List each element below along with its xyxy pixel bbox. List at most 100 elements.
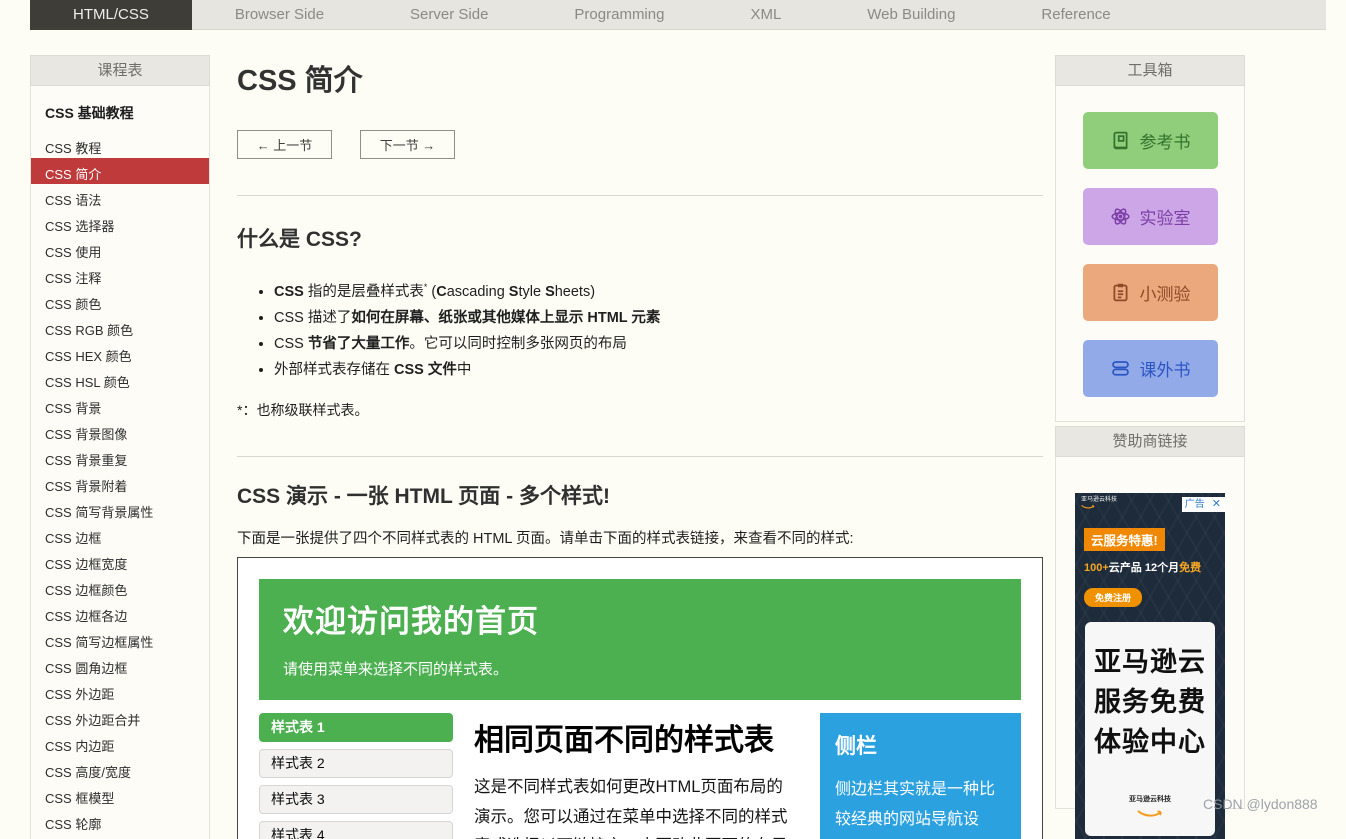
ad-card-brand: 亚马逊云科技 [1087,794,1213,804]
books-icon [1110,358,1131,379]
ad-choices-label[interactable]: 广告 [1182,497,1208,512]
sidebar-item[interactable]: CSS 背景图像 [31,418,209,444]
sidebar-item[interactable]: CSS 外边距合并 [31,704,209,730]
ad-offer-segment: 100+ [1084,562,1109,574]
sidebar-item[interactable]: CSS 内边距 [31,730,209,756]
demo-banner: 欢迎访问我的首页 请使用菜单来选择不同的样式表。 [259,579,1021,700]
sidebar-item[interactable]: CSS 选择器 [31,210,209,236]
bullet-item: CSS 指的是层叠样式表* (Cascading Style Sheets) [274,274,1043,305]
小测验-button[interactable]: 小测验 [1083,264,1218,321]
demo-side-text: 侧边栏其实就是一种比较经典的网站导航设计，它的形式通常为竖向的一列，展示在网站的… [835,775,1006,839]
demo-menu-button[interactable]: 样式表 4 [259,821,453,839]
course-sidebar-header: 课程表 [30,55,210,86]
tool-button-label: 小测验 [1140,280,1191,305]
demo-banner-title: 欢迎访问我的首页 [283,596,997,641]
sidebar-item[interactable]: CSS 简介 [31,158,209,184]
what-is-css-bullets: CSS 指的是层叠样式表* (Cascading Style Sheets)CS… [274,274,1043,383]
bullet-item: CSS 节省了大量工作。它可以同时控制多张网页的布局 [274,331,1043,357]
sidebar-item[interactable]: CSS 框模型 [31,782,209,808]
sponsor-ad-box: 亚马逊云科技 广告 ✕ 云服务特惠! 100+云产品 12个月免费 免费注册 亚… [1055,457,1245,809]
nav-tab[interactable]: XML [707,0,824,30]
css-demo-frame: 欢迎访问我的首页 请使用菜单来选择不同的样式表。 样式表 1 样式表 2 样式表 3… [237,557,1043,839]
sidebar-item[interactable]: CSS 边框 [31,522,209,548]
ad-badge: 云服务特惠! [1084,528,1165,551]
sidebar-item[interactable]: CSS 语法 [31,184,209,210]
nav-tab[interactable]: Programming [531,0,707,30]
ad-banner[interactable]: 亚马逊云科技 广告 ✕ 云服务特惠! 100+云产品 12个月免费 免费注册 亚… [1075,493,1225,839]
watermark: CSDN @lydon888 [1203,796,1318,812]
demo-menu-button[interactable]: 样式表 3 [259,785,453,814]
sidebar-item[interactable]: CSS 圆角边框 [31,652,209,678]
demo-stylesheet-menu: 样式表 1样式表 2样式表 3样式表 4无样式表 [259,713,453,839]
close-icon[interactable]: ✕ [1208,497,1225,512]
demo-columns: 样式表 1样式表 2样式表 3样式表 4无样式表 相同页面不同的样式表 这是不同… [259,713,1021,839]
参考书-button[interactable]: 参考书 [1083,112,1218,169]
sidebar-item[interactable]: CSS 简写边框属性 [31,626,209,652]
sidebar-item[interactable]: CSS 轮廓 [31,808,209,834]
sponsor-header: 赞助商链接 [1055,426,1245,457]
main-content: CSS 简介 ← 上一节 下一节 → 什么是 CSS? CSS 指的是层叠样式表… [237,55,1043,839]
course-list: CSS 基础教程 CSS 教程CSS 简介CSS 语法CSS 选择器CSS 使用… [30,86,210,839]
ad-flags: 广告 ✕ [1182,497,1225,512]
ad-card-line: 亚马逊云 [1087,642,1213,682]
sidebar-item[interactable]: CSS 边框宽度 [31,548,209,574]
sidebar-item[interactable]: CSS HSL 颜色 [31,366,209,392]
sidebar-item[interactable]: CSS 注释 [31,262,209,288]
what-is-css-heading: 什么是 CSS? [237,223,1043,253]
nav-tab[interactable]: HTML/CSS [30,0,192,30]
amazon-smile-icon [1137,809,1163,817]
course-sidebar: 课程表 CSS 基础教程 CSS 教程CSS 简介CSS 语法CSS 选择器CS… [30,55,210,839]
sidebar-item[interactable]: CSS 教程 [31,132,209,158]
sidebar-item[interactable]: CSS 使用 [31,236,209,262]
sidebar-item[interactable]: CSS 边框各边 [31,600,209,626]
sidebar-item[interactable]: CSS 背景重复 [31,444,209,470]
ad-cta-button[interactable]: 免费注册 [1084,588,1142,607]
ad-card-line: 体验中心 [1087,722,1213,762]
sidebar-item[interactable]: CSS 简写背景属性 [31,496,209,522]
ad-card: 亚马逊云服务免费体验中心 亚马逊云科技 [1085,622,1215,836]
demo-intro-text: 下面是一张提供了四个不同样式表的 HTML 页面。请单击下面的样式表链接，来查看… [237,527,1043,548]
ad-offer-segment: 免费 [1179,562,1201,574]
demo-main-column: 相同页面不同的样式表 这是不同样式表如何更改HTML页面布局的演示。您可以通过在… [474,713,799,839]
ad-card-line: 服务免费 [1087,682,1213,722]
实验室-button[interactable]: 实验室 [1083,188,1218,245]
page-title: CSS 简介 [237,57,1043,99]
demo-side-panel: 侧栏 侧边栏其实就是一种比较经典的网站导航设计，它的形式通常为竖向的一列，展示在… [820,713,1021,839]
sidebar-item[interactable]: CSS 背景附着 [31,470,209,496]
top-nav: HTML/CSSBrowser SideServer SideProgrammi… [30,0,1326,30]
nav-tab[interactable]: Server Side [367,0,531,30]
demo-content-body: 这是不同样式表如何更改HTML页面布局的演示。您可以通过在菜单中选择不同的样式表… [474,778,792,839]
bullet-item: CSS 描述了如何在屏幕、纸张或其他媒体上显示 HTML 元素 [274,305,1043,331]
ad-logo-text: 亚马逊云科技 [1081,497,1117,503]
divider [237,456,1043,457]
demo-banner-subtitle: 请使用菜单来选择不同的样式表。 [283,658,997,679]
next-button[interactable]: 下一节 → [360,130,455,159]
footnote: *：也称级联样式表。 [237,400,1043,420]
toolbox-buttons: 参考书实验室小测验课外书 [1055,86,1245,422]
sidebar-item[interactable]: CSS HEX 颜色 [31,340,209,366]
prev-button[interactable]: ← 上一节 [237,130,332,159]
nav-tab[interactable]: Browser Side [192,0,367,30]
sidebar-item[interactable]: CSS 边框颜色 [31,574,209,600]
book-icon [1110,130,1131,151]
sidebar-item[interactable]: CSS 外边距 [31,678,209,704]
course-section-title: CSS 基础教程 [31,86,209,132]
tool-button-label: 课外书 [1140,356,1191,381]
ad-offer-line: 100+云产品 12个月免费 [1084,559,1225,575]
nav-tab[interactable]: Reference [998,0,1153,30]
nav-tab[interactable]: Web Building [824,0,998,30]
atom-icon [1110,206,1131,227]
ad-card-lines: 亚马逊云服务免费体验中心 [1087,642,1213,762]
sidebar-item[interactable]: CSS RGB 颜色 [31,314,209,340]
demo-menu-button[interactable]: 样式表 2 [259,749,453,778]
demo-content-title: 相同页面不同的样式表 [474,715,799,759]
课外书-button[interactable]: 课外书 [1083,340,1218,397]
sidebar-item[interactable]: CSS 高度/宽度 [31,756,209,782]
sidebar-item[interactable]: CSS 背景 [31,392,209,418]
tool-button-label: 实验室 [1140,204,1191,229]
sidebar-item[interactable]: CSS 颜色 [31,288,209,314]
clipboard-icon [1110,282,1131,303]
demo-section-heading: CSS 演示 - 一张 HTML 页面 - 多个样式! [237,480,1043,510]
demo-menu-button[interactable]: 样式表 1 [259,713,453,742]
page: HTML/CSSBrowser SideServer SideProgrammi… [0,0,1346,839]
